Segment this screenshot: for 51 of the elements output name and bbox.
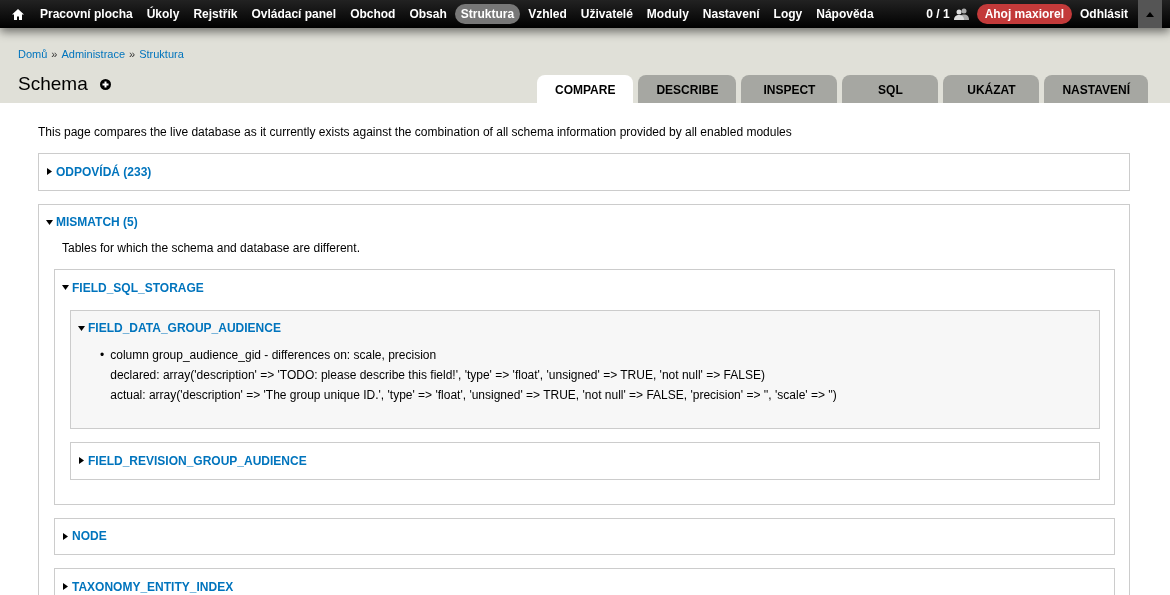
- breadcrumb-separator: »: [51, 48, 58, 60]
- breadcrumb-link[interactable]: Administrace: [61, 48, 126, 60]
- tab[interactable]: UKÁZAT: [943, 75, 1040, 103]
- caret-icon: [78, 324, 85, 332]
- caret-icon: [62, 532, 69, 540]
- toolbar-menu-link[interactable]: Úkoly: [140, 4, 186, 24]
- toolbar-menu-link[interactable]: Rejstřík: [187, 4, 244, 24]
- caret-icon: [78, 457, 85, 464]
- caret-icon: [62, 284, 69, 291]
- tab[interactable]: INSPECT: [741, 75, 838, 103]
- user-greeting-link[interactable]: Ahoj maxiorel: [976, 4, 1072, 24]
- bullet-marker: •: [100, 347, 105, 364]
- section-toggle-link[interactable]: FIELD_SQL_STORAGE: [62, 280, 204, 295]
- toolbar-menu-link[interactable]: Ovládací panel: [245, 4, 343, 24]
- caret-icon: [46, 218, 53, 226]
- user-count: 0 / 1: [926, 7, 950, 21]
- toolbar-menu-link[interactable]: Logy: [767, 4, 809, 24]
- add-shortcut-icon[interactable]: [99, 78, 111, 90]
- toolbar-menu-link[interactable]: Struktura: [454, 4, 521, 24]
- section-description: Tables for which the schema and database are different.: [62, 241, 361, 255]
- home-icon[interactable]: [12, 8, 24, 20]
- breadcrumb-link[interactable]: Domů: [18, 48, 48, 60]
- toolbar-menu-link[interactable]: Uživatelé: [574, 4, 639, 24]
- toolbar-menu-link[interactable]: Nápověda: [810, 4, 880, 24]
- caret-icon: [46, 168, 53, 175]
- page-title: Schema: [18, 73, 88, 95]
- toolbar-menu-link[interactable]: Obchod: [344, 4, 402, 24]
- caret-icon: [62, 583, 69, 590]
- section-toggle-link[interactable]: FIELD_REVISION_GROUP_AUDIENCE: [78, 453, 307, 468]
- logout-link[interactable]: Odhlásit: [1080, 7, 1128, 21]
- toolbar-menu-link[interactable]: Vzhled: [522, 4, 573, 24]
- tab[interactable]: COMPARE: [536, 75, 634, 103]
- section-toggle-link[interactable]: ODPOVÍDÁ (233): [46, 164, 152, 179]
- users-icon: [953, 8, 969, 20]
- breadcrumb-separator: »: [129, 48, 136, 60]
- section-toggle-link[interactable]: MISMATCH (5): [46, 215, 138, 229]
- tab[interactable]: DESCRIBE: [638, 75, 737, 103]
- toolbar-menu-link[interactable]: Moduly: [640, 4, 695, 24]
- toolbar-menu-link[interactable]: Nastavení: [696, 4, 766, 24]
- tab[interactable]: NASTAVENÍ: [1044, 75, 1148, 103]
- difference-text: column group_audience_gid - differences on: scale, precision declared: array('description' => 'TODO: please describe this field!', 'type' => 'float', 'unsigned' => TRUE, 'not null' => FALSE) actual: array('description' => 'The group unique ID.', 'type' => 'float', 'unsigned' => TRUE, 'not null' => FALSE, 'precision' => '', 'scale' => ''): [110, 347, 837, 404]
- section-toggle-link[interactable]: FIELD_DATA_GROUP_AUDIENCE: [78, 321, 281, 335]
- toolbar-toggle-button[interactable]: [1138, 0, 1162, 28]
- tab[interactable]: SQL: [842, 75, 939, 103]
- caret-up-icon: [1146, 11, 1154, 17]
- section-toggle-link[interactable]: TAXONOMY_ENTITY_INDEX: [62, 579, 234, 594]
- breadcrumb-link[interactable]: Struktura: [139, 48, 184, 60]
- intro-text: This page compares the live database as it currently exists against the combination of all schema information provided by all enabled modules: [38, 125, 793, 139]
- section-toggle-link[interactable]: NODE: [62, 529, 107, 543]
- toolbar-menu-link[interactable]: Obsah: [403, 4, 453, 24]
- toolbar-menu-link[interactable]: Pracovní plocha: [34, 4, 139, 24]
